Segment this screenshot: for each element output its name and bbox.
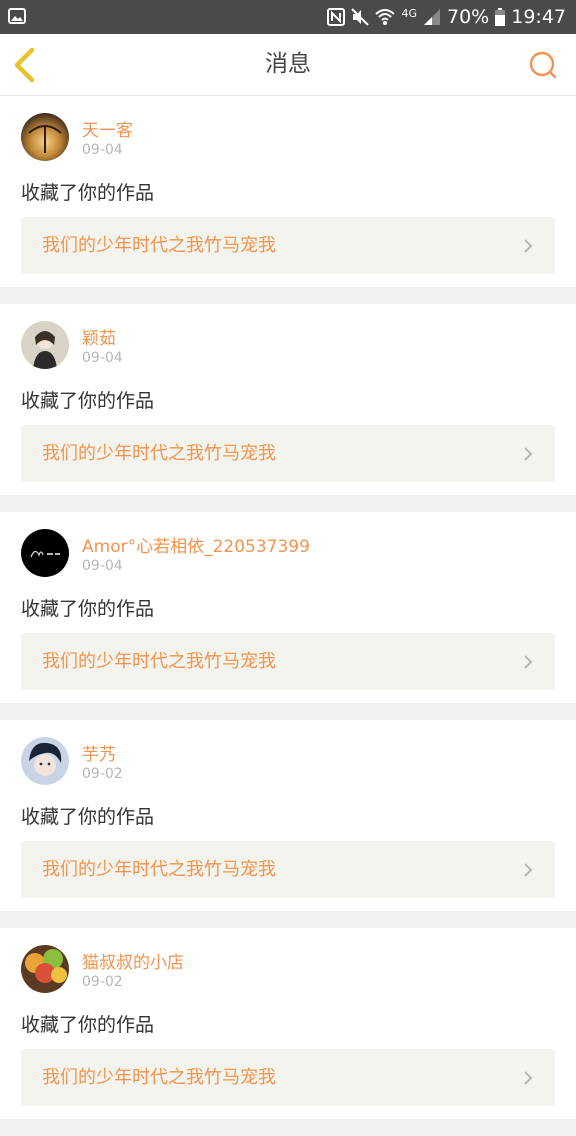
message-action: 收藏了你的作品 <box>21 182 155 204</box>
work-title: 我们的少年时代之我竹马宠我 <box>42 443 276 464</box>
nfc-icon <box>327 8 346 26</box>
chevron-right-icon <box>524 655 533 669</box>
work-link[interactable]: 我们的少年时代之我竹马宠我 <box>21 633 555 690</box>
avatar[interactable] <box>21 321 69 369</box>
message-card: Amor°心若相依_220537399 09-04 收藏了你的作品 我们的少年时… <box>0 512 576 703</box>
message-date: 09-04 <box>82 350 123 366</box>
username[interactable]: 猫叔叔的小店 <box>82 948 184 973</box>
work-title: 我们的少年时代之我竹马宠我 <box>42 651 276 672</box>
back-button[interactable] <box>10 47 44 83</box>
username[interactable]: 颖茹 <box>82 324 116 349</box>
message-date: 09-02 <box>82 766 123 782</box>
chevron-right-icon <box>524 1071 533 1085</box>
message-card: 颖茹 09-04 收藏了你的作品 我们的少年时代之我竹马宠我 <box>0 304 576 495</box>
work-link[interactable]: 我们的少年时代之我竹马宠我 <box>21 841 555 898</box>
message-list: 天一客 09-04 收藏了你的作品 我们的少年时代之我竹马宠我 颖茹 09-04… <box>0 96 576 1136</box>
message-card: 芋艿 09-02 收藏了你的作品 我们的少年时代之我竹马宠我 <box>0 720 576 911</box>
mute-icon <box>351 8 370 26</box>
work-link[interactable]: 我们的少年时代之我竹马宠我 <box>21 425 555 482</box>
signal-icon <box>424 9 440 25</box>
nav-bar: 消息 <box>0 34 576 96</box>
work-title: 我们的少年时代之我竹马宠我 <box>42 859 276 880</box>
username[interactable]: Amor°心若相依_220537399 <box>82 532 310 557</box>
battery-icon <box>495 8 506 26</box>
status-bar: 4G 70% 19:47 <box>0 0 576 34</box>
chevron-right-icon <box>524 863 533 877</box>
avatar[interactable] <box>21 113 69 161</box>
search-button[interactable] <box>528 50 558 80</box>
message-action: 收藏了你的作品 <box>21 390 155 412</box>
clock: 19:47 <box>511 6 566 28</box>
wifi-icon <box>375 9 396 25</box>
work-title: 我们的少年时代之我竹马宠我 <box>42 1067 276 1088</box>
page-title: 消息 <box>265 51 311 77</box>
avatar[interactable] <box>21 737 69 785</box>
message-action: 收藏了你的作品 <box>21 806 155 828</box>
avatar[interactable] <box>21 945 69 993</box>
message-action: 收藏了你的作品 <box>21 598 155 620</box>
battery-percent: 70% <box>447 6 490 28</box>
work-link[interactable]: 我们的少年时代之我竹马宠我 <box>21 1049 555 1106</box>
gallery-icon <box>8 8 26 24</box>
username[interactable]: 芋艿 <box>82 740 116 765</box>
network-label: 4G <box>401 6 417 20</box>
work-title: 我们的少年时代之我竹马宠我 <box>42 235 276 256</box>
work-link[interactable]: 我们的少年时代之我竹马宠我 <box>21 217 555 274</box>
message-date: 09-04 <box>82 558 123 574</box>
message-date: 09-04 <box>82 142 123 158</box>
search-icon <box>529 51 557 79</box>
chevron-right-icon <box>524 447 533 461</box>
avatar[interactable] <box>21 529 69 577</box>
chevron-right-icon <box>524 239 533 253</box>
message-card: 天一客 09-04 收藏了你的作品 我们的少年时代之我竹马宠我 <box>0 96 576 287</box>
message-date: 09-02 <box>82 974 123 990</box>
username[interactable]: 天一客 <box>82 116 133 141</box>
